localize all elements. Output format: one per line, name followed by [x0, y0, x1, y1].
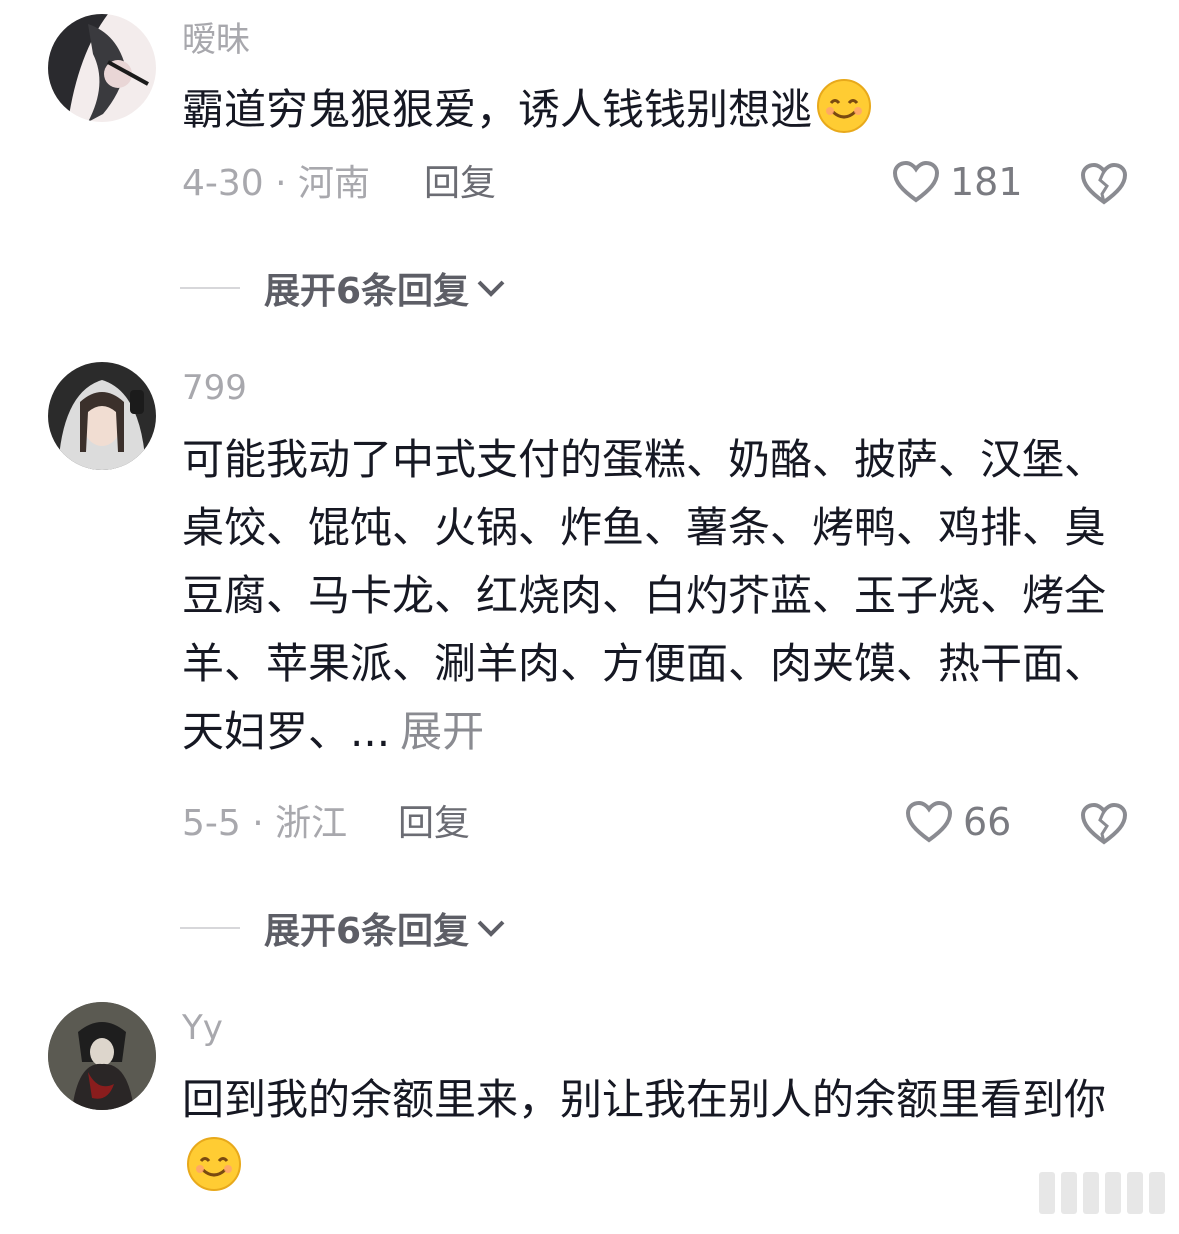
comment-date-location: 5-5 · 浙江: [182, 803, 348, 844]
avatar[interactable]: [48, 1002, 156, 1110]
comment-text-content: 霸道穷鬼狠狠爱，诱人钱钱别想逃: [182, 85, 813, 134]
like-button[interactable]: 66: [905, 800, 1011, 844]
avatar[interactable]: [48, 362, 156, 470]
username[interactable]: Yy: [182, 1008, 223, 1048]
chevron-down-icon: [477, 920, 505, 937]
heart-outline-icon: [905, 800, 953, 843]
like-count: 181: [950, 160, 1023, 204]
broken-heart-icon: [1080, 162, 1128, 205]
smile-emoji-icon: [187, 1137, 241, 1191]
comment-text: 可能我动了中式支付的蛋糕、奶酪、披萨、汉堡、桌饺、馄饨、火锅、炸鱼、薯条、烤鸭、…: [182, 426, 1112, 766]
divider: [180, 287, 240, 289]
expand-replies-button[interactable]: 展开6条回复: [180, 262, 507, 314]
expand-replies-button[interactable]: 展开6条回复: [180, 902, 507, 954]
comment-date-location: 4-30 · 河南: [182, 163, 371, 204]
reply-button[interactable]: 回复: [424, 162, 496, 206]
avatar[interactable]: [48, 14, 156, 122]
heart-outline-icon: [892, 160, 940, 203]
chevron-down-icon: [477, 280, 505, 297]
expand-replies-label: 展开6条回复: [264, 271, 470, 312]
username[interactable]: 799: [182, 368, 247, 408]
broken-heart-icon: [1080, 802, 1128, 845]
expand-replies-label: 展开6条回复: [264, 911, 470, 952]
comment-text: 霸道穷鬼狠狠爱，诱人钱钱别想逃: [182, 76, 1112, 144]
username[interactable]: 暧昧: [182, 20, 250, 60]
comment-text-content: 可能我动了中式支付的蛋糕、奶酪、披萨、汉堡、桌饺、馄饨、火锅、炸鱼、薯条、烤鸭、…: [182, 435, 1107, 756]
divider: [180, 927, 240, 929]
comment-text-content: 回到我的余额里来，别让我在别人的余额里看到你: [182, 1075, 1107, 1124]
reply-button[interactable]: 回复: [398, 802, 470, 846]
expand-text-button[interactable]: 展开: [400, 707, 484, 756]
comment-text: 回到我的余额里来，别让我在别人的余额里看到你: [182, 1066, 1112, 1202]
watermark-logo: [1039, 1172, 1165, 1214]
like-count: 66: [963, 800, 1012, 844]
dislike-button[interactable]: [1080, 162, 1128, 210]
smile-emoji-icon: [817, 79, 872, 133]
like-button[interactable]: 181: [892, 160, 1023, 204]
dislike-button[interactable]: [1080, 802, 1128, 850]
